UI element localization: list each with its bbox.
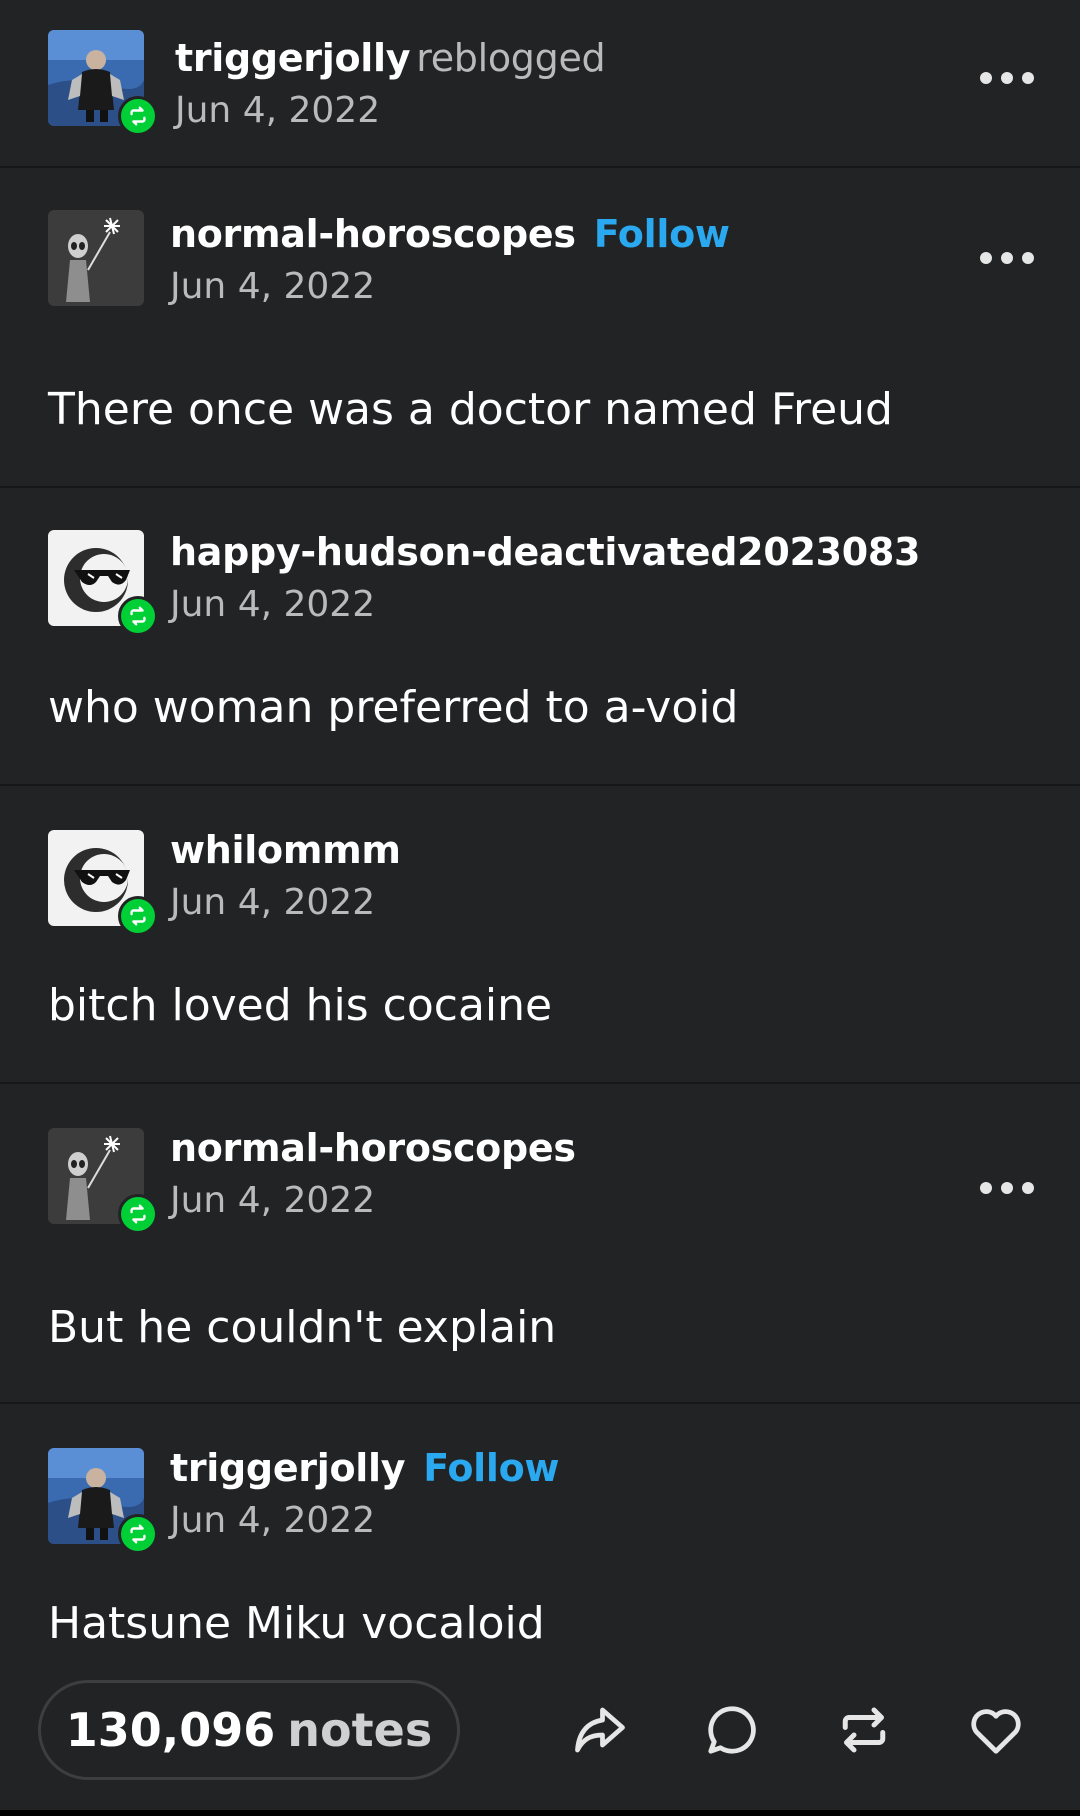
entry-name-line: triggerjolly Follow (170, 1446, 560, 1490)
follow-button[interactable]: Follow (423, 1446, 559, 1490)
alien-avatar-icon (48, 210, 144, 306)
reblogged-label: reblogged (416, 36, 606, 80)
reblog-icon[interactable] (832, 1698, 896, 1762)
reblog-badge-icon (118, 1514, 158, 1554)
reblog-badge-icon (118, 1194, 158, 1234)
entry-text: Hatsune Miku vocaloid (48, 1598, 545, 1649)
normal-horoscopes-avatar[interactable] (48, 1128, 158, 1234)
entry-username[interactable]: happy-hudson-deactivated2023083 (170, 530, 920, 574)
notes-button[interactable]: 130,096 notes (38, 1680, 460, 1780)
reblogger-username[interactable]: triggerjolly (175, 36, 411, 80)
entry-name-line: whilommm (170, 828, 401, 872)
entry-text: who woman preferred to a-void (48, 682, 739, 733)
entry-name-line: normal-horoscopes Follow (170, 212, 730, 256)
share-icon[interactable] (568, 1698, 632, 1762)
triggerjolly-avatar[interactable] (48, 30, 158, 136)
normal-horoscopes-avatar[interactable] (48, 210, 144, 306)
triggerjolly-avatar[interactable] (48, 1448, 158, 1554)
header-name-line: triggerjolly reblogged (175, 36, 606, 80)
header-date: Jun 4, 2022 (175, 90, 381, 131)
entry-text: bitch loved his cocaine (48, 980, 553, 1031)
entry-username[interactable]: normal-horoscopes (170, 1126, 576, 1170)
entry-name-line: normal-horoscopes (170, 1126, 576, 1170)
more-options-icon[interactable] (980, 1178, 1034, 1198)
reply-icon[interactable] (700, 1698, 764, 1762)
notes-count: 130,096 (65, 1703, 276, 1757)
notes-label: notes (287, 1703, 433, 1757)
thread-entry: happy-hudson-deactivated2023083 Jun 4, 2… (0, 486, 1080, 786)
entry-date: Jun 4, 2022 (170, 266, 376, 307)
thread-entry: normal-horoscopes Jun 4, 2022 But he cou… (0, 1082, 1080, 1404)
entry-date: Jun 4, 2022 (170, 882, 376, 923)
reblog-badge-icon (118, 896, 158, 936)
heart-icon[interactable] (964, 1698, 1028, 1762)
entry-date: Jun 4, 2022 (170, 1180, 376, 1221)
thread-entry: triggerjolly Follow Jun 4, 2022 Hatsune M… (0, 1402, 1080, 1672)
entry-username[interactable]: triggerjolly (170, 1446, 406, 1490)
post-footer: 130,096 notes (0, 1670, 1080, 1816)
entry-name-line: happy-hudson-deactivated2023083 (170, 530, 920, 574)
reblog-badge-icon (118, 596, 158, 636)
happy-hudson-avatar[interactable] (48, 530, 158, 636)
screen-bottom-edge (0, 1810, 1080, 1816)
follow-button[interactable]: Follow (594, 212, 730, 256)
thread-entry: whilommm Jun 4, 2022 bitch loved his coc… (0, 784, 1080, 1084)
thread-entry: normal-horoscopes Follow Jun 4, 2022 Ther… (0, 166, 1080, 486)
more-options-icon[interactable] (980, 248, 1034, 268)
entry-username[interactable]: normal-horoscopes (170, 212, 576, 256)
reblog-header: triggerjolly reblogged Jun 4, 2022 (0, 0, 1080, 166)
reblog-badge-icon (118, 96, 158, 136)
entry-username[interactable]: whilommm (170, 828, 401, 872)
whilommm-avatar[interactable] (48, 830, 158, 936)
entry-date: Jun 4, 2022 (170, 1500, 376, 1541)
entry-date: Jun 4, 2022 (170, 584, 376, 625)
more-options-icon[interactable] (980, 68, 1034, 88)
entry-text: But he couldn't explain (48, 1302, 557, 1353)
entry-text: There once was a doctor named Freud (48, 384, 893, 435)
